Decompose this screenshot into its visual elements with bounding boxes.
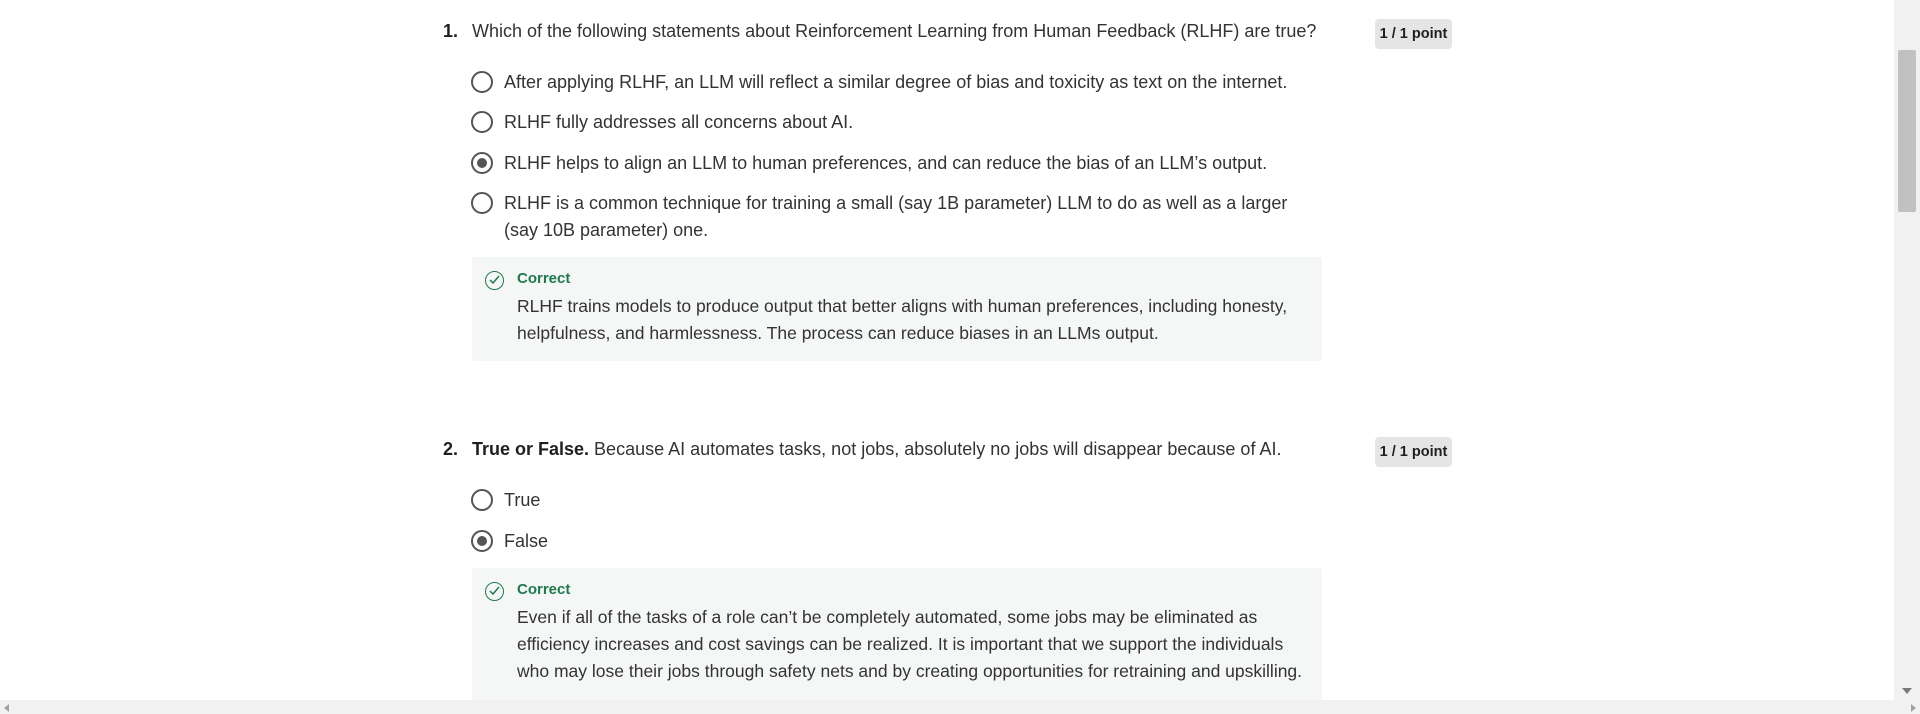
question-text-body: Because AI automates tasks, not jobs, ab… <box>589 439 1282 459</box>
scrollbar-thumb[interactable] <box>1898 50 1916 212</box>
option-label: True <box>504 490 541 510</box>
scroll-down-arrow-icon[interactable] <box>1902 688 1912 694</box>
option-label: RLHF fully addresses all concerns about … <box>504 112 854 132</box>
option-label: RLHF is a common technique for training … <box>504 193 1288 240</box>
question-text: True or False. Because AI automates task… <box>472 436 1332 462</box>
check-circle-icon <box>485 271 504 290</box>
option-label: RLHF helps to align an LLM to human pref… <box>504 153 1268 173</box>
question-prefix: True or False. <box>472 439 590 459</box>
feedback-text: Even if all of the tasks of a role can’t… <box>517 607 1303 681</box>
radio-button[interactable] <box>471 111 493 133</box>
scroll-right-arrow-icon[interactable] <box>1911 704 1916 712</box>
horizontal-scrollbar[interactable] <box>0 700 1920 714</box>
question-text: Which of the following statements about … <box>472 18 1332 44</box>
question-header: 2. True or False. Because AI automates t… <box>443 436 1453 470</box>
radio-button-selected[interactable] <box>471 152 493 174</box>
question-number: 1. <box>443 21 459 41</box>
question-2: 2. True or False. Because AI automates t… <box>443 436 1453 700</box>
feedback-text: RLHF trains models to produce output tha… <box>517 296 1288 343</box>
points-badge: 1 / 1 point <box>1375 19 1452 49</box>
feedback-title: Correct <box>517 270 571 287</box>
feedback-box: Correct Even if all of the tasks of a ro… <box>472 568 1322 700</box>
option-label: After applying RLHF, an LLM will reflect… <box>504 72 1288 92</box>
question-1: 1. Which of the following statements abo… <box>443 18 1453 361</box>
question-header: 1. Which of the following statements abo… <box>443 18 1453 52</box>
radio-button-selected[interactable] <box>471 530 493 552</box>
vertical-scrollbar[interactable] <box>1894 0 1920 700</box>
feedback-title: Correct <box>517 581 571 598</box>
points-badge: 1 / 1 point <box>1375 437 1452 467</box>
radio-button[interactable] <box>471 192 493 214</box>
question-number: 2. <box>443 439 459 459</box>
option-label: False <box>504 531 549 551</box>
radio-button[interactable] <box>471 489 493 511</box>
question-text-body: Which of the following statements about … <box>472 21 1317 41</box>
feedback-box: Correct RLHF trains models to produce ou… <box>472 257 1322 361</box>
radio-button[interactable] <box>471 71 493 93</box>
quiz-results-page: 1. Which of the following statements abo… <box>0 0 1894 700</box>
check-circle-icon <box>485 582 504 601</box>
scroll-left-arrow-icon[interactable] <box>4 704 9 712</box>
